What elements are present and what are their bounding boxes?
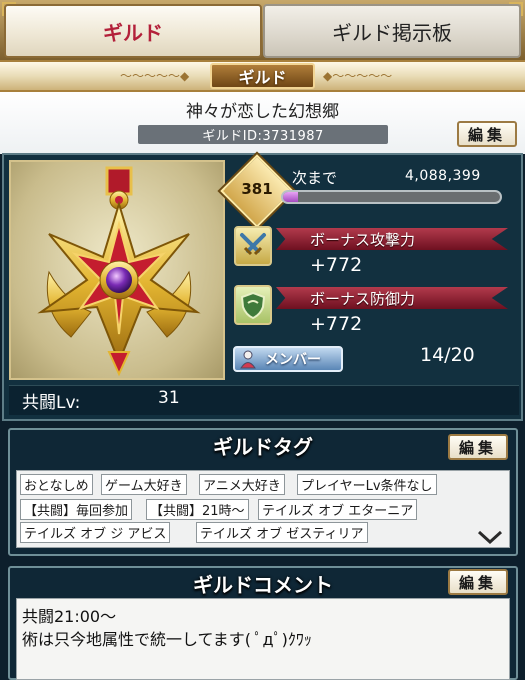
attack-swords-icon <box>234 226 272 266</box>
edit-comment-button[interactable]: 編集 <box>448 569 508 595</box>
corner-ornament <box>509 2 523 16</box>
edit-comment-button-label: 編集 <box>458 573 497 592</box>
guild-tag: おとなしめ <box>20 474 93 495</box>
next-level-label: 次まで <box>292 169 338 187</box>
guild-emblem <box>9 160 225 380</box>
guild-comment-line: 共闘21:00～ <box>22 607 117 626</box>
guild-tag: ゲーム大好き <box>101 474 187 495</box>
exp-to-next-value: 4,088,399 <box>405 168 481 184</box>
edit-guild-button[interactable]: 編集 <box>457 121 517 147</box>
exp-progress-fill <box>283 192 299 202</box>
attack-bonus-value: +772 <box>310 254 363 276</box>
guild-tag: アニメ大好き <box>199 474 285 495</box>
members-button-label: メンバー <box>265 352 321 368</box>
edit-tags-button-label: 編集 <box>458 438 497 457</box>
attack-bonus-label: ボーナス攻撃力 <box>286 228 415 250</box>
member-avatar-icon <box>239 349 261 369</box>
guild-id: ギルドID:3731987 <box>138 125 388 144</box>
exp-progress-bar <box>281 190 502 204</box>
guild-tag: テイルズ オブ ジ アビス <box>20 522 171 543</box>
guild-tag: 【共闘】毎回参加 <box>20 499 133 520</box>
page-title-text: ギルド <box>238 68 287 87</box>
members-button[interactable]: メンバー <box>233 346 343 372</box>
tab-guild-label: ギルド <box>103 20 163 45</box>
edit-tags-button[interactable]: 編集 <box>448 434 508 460</box>
guild-name: 神々が恋した幻想郷 <box>186 102 339 122</box>
guild-comment-title: ギルドコメント <box>8 568 518 598</box>
coop-level-row <box>9 385 519 415</box>
guild-tag: テイルズ オブ エターニア <box>258 499 418 520</box>
corner-ornament <box>2 2 16 16</box>
attack-bonus-label-text: ボーナス攻撃力 <box>310 230 416 249</box>
tab-guild[interactable]: ギルド <box>4 4 262 58</box>
guild-tag: テイルズ オブ ゼスティリア <box>196 522 368 543</box>
guild-comment-line: 術は只今地属性で統一してます( ﾟдﾟ)ｸﾜｯ <box>22 630 312 649</box>
defense-bonus-value: +772 <box>310 313 363 335</box>
coop-level-value: 31 <box>158 388 180 408</box>
member-count: 14/20 <box>420 344 475 366</box>
tab-guild-board-label: ギルド掲示板 <box>332 20 452 45</box>
guild-level: 381 <box>241 180 273 198</box>
guild-comment-title-text: ギルドコメント <box>193 572 333 597</box>
guild-tag: プレイヤーLv条件なし <box>297 474 437 495</box>
edit-guild-button-label: 編集 <box>467 125 506 144</box>
guild-tag: 【共闘】21時～ <box>146 499 249 520</box>
tab-guild-board[interactable]: ギルド掲示板 <box>263 4 521 58</box>
flourish-right: ◆～～～～～ <box>323 69 393 83</box>
defense-shield-icon <box>234 285 272 325</box>
defense-bonus-label-text: ボーナス防御力 <box>310 289 416 308</box>
guild-tags-title-text: ギルドタグ <box>213 434 313 459</box>
flourish-left: ～～～～～◆ <box>120 69 190 83</box>
guild-tags-title: ギルドタグ <box>8 430 518 460</box>
emblem-icon <box>37 166 201 377</box>
page-title: ギルド <box>210 63 315 89</box>
defense-bonus-label: ボーナス防御力 <box>286 287 415 309</box>
coop-level-label: 共闘Lv: <box>22 393 81 413</box>
chevron-down-icon[interactable] <box>477 528 503 549</box>
